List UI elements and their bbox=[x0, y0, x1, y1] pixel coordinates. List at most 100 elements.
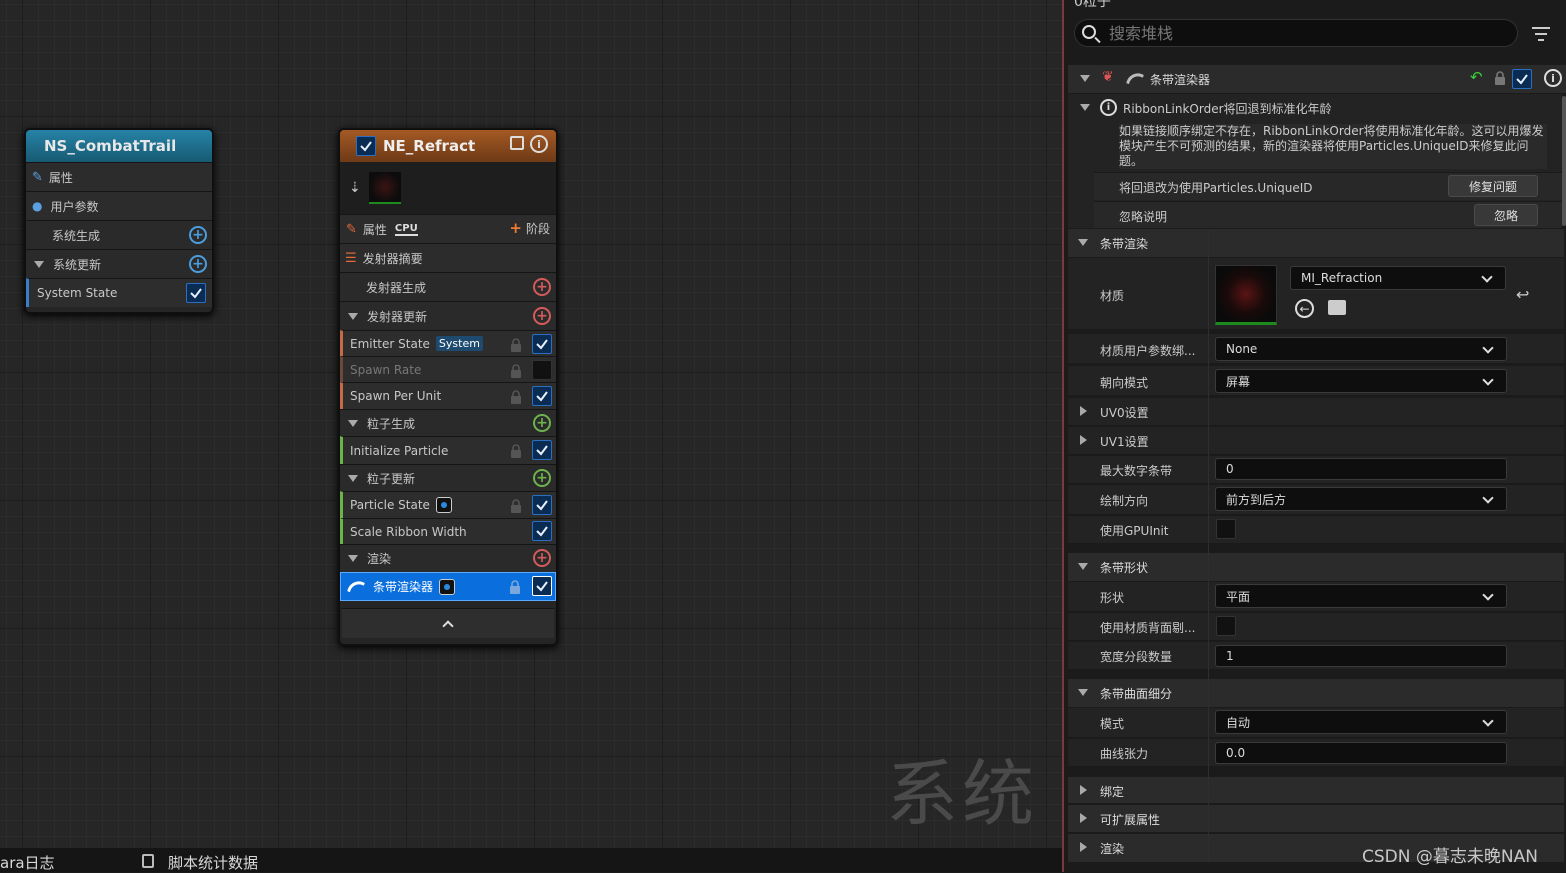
add-stage-button[interactable]: + 阶段 bbox=[509, 219, 550, 237]
search-input[interactable] bbox=[1109, 22, 1499, 44]
add-renderer-icon[interactable]: + bbox=[533, 549, 551, 567]
collapse-arrow-icon[interactable] bbox=[348, 419, 358, 427]
add-module-icon[interactable]: + bbox=[189, 255, 207, 273]
system-state-row[interactable]: System State bbox=[26, 278, 212, 307]
scale-ribbon-width-checkbox[interactable] bbox=[532, 521, 552, 541]
emitter-node-header[interactable]: NE_Refract i bbox=[340, 130, 556, 162]
spawn-rate-checkbox[interactable] bbox=[532, 360, 552, 380]
initialize-particle-row[interactable]: Initialize Particle bbox=[340, 436, 556, 464]
emitter-node[interactable]: NE_Refract i ⇣ ✎ 属性 CPU + 阶段 ☰ 发射器摘要 发射器… bbox=[338, 128, 558, 646]
collapse-arrow-icon[interactable] bbox=[34, 260, 44, 268]
particle-state-checkbox[interactable] bbox=[532, 495, 552, 515]
collapse-arrow-icon[interactable] bbox=[1078, 689, 1088, 696]
render-section-row[interactable]: 渲染 + bbox=[340, 544, 556, 572]
emitter-state-row[interactable]: Emitter State System bbox=[340, 330, 556, 356]
fix-issue-button[interactable]: 修复问题 bbox=[1448, 175, 1538, 197]
section-ribbon-render[interactable]: 条带渲染 bbox=[1068, 229, 1564, 257]
lock-icon[interactable] bbox=[509, 580, 521, 594]
open-external-icon[interactable] bbox=[510, 136, 524, 150]
initialize-particle-checkbox[interactable] bbox=[532, 440, 552, 460]
collapse-arrow-icon[interactable] bbox=[348, 474, 358, 482]
emitter-spawn-row[interactable]: 发射器生成 + bbox=[340, 272, 556, 301]
info-icon[interactable]: i bbox=[1544, 69, 1562, 87]
reset-to-default-icon[interactable]: ↩ bbox=[1516, 285, 1529, 304]
spawn-rate-row[interactable]: Spawn Rate bbox=[340, 356, 556, 382]
add-module-icon[interactable]: + bbox=[533, 307, 551, 325]
ribbon-renderer-checkbox[interactable] bbox=[532, 576, 552, 596]
add-module-icon[interactable]: + bbox=[533, 414, 551, 432]
stack-item-enable-checkbox[interactable] bbox=[1512, 69, 1532, 89]
shape-dropdown[interactable]: 平面 bbox=[1215, 584, 1507, 608]
particle-state-row[interactable]: Particle State bbox=[340, 491, 556, 518]
gpu-init-checkbox[interactable] bbox=[1216, 519, 1236, 539]
material-dropdown[interactable]: MI_Refraction bbox=[1290, 266, 1506, 290]
material-thumbnail[interactable] bbox=[1215, 265, 1277, 325]
section-ribbon-shape[interactable]: 条带形状 bbox=[1068, 553, 1564, 581]
collapse-arrow-icon[interactable] bbox=[1080, 104, 1090, 111]
collapse-arrow-icon[interactable] bbox=[1078, 239, 1088, 246]
uv0-row[interactable]: UV0设置 bbox=[1068, 398, 1564, 426]
scrollbar[interactable] bbox=[1562, 96, 1566, 226]
expand-arrow-icon[interactable] bbox=[1080, 813, 1087, 823]
collapse-arrow-icon[interactable] bbox=[348, 555, 358, 562]
spawn-per-unit-checkbox[interactable] bbox=[532, 386, 552, 406]
system-spawn-row[interactable]: 系统生成 + bbox=[26, 220, 212, 249]
collapse-arrow-icon[interactable] bbox=[348, 312, 358, 320]
expand-arrow-icon[interactable] bbox=[1080, 406, 1087, 416]
facing-dropdown[interactable]: 屏幕 bbox=[1215, 369, 1507, 393]
use-selected-icon[interactable]: ← bbox=[1295, 299, 1314, 318]
particle-update-row[interactable]: 粒子更新 + bbox=[340, 464, 556, 491]
column-divider[interactable] bbox=[1208, 229, 1209, 862]
particle-spawn-row[interactable]: 粒子生成 + bbox=[340, 409, 556, 436]
scale-ribbon-width-row[interactable]: Scale Ribbon Width bbox=[340, 518, 556, 544]
expand-arrow-icon[interactable] bbox=[1080, 785, 1087, 795]
collapse-arrow-icon[interactable] bbox=[1080, 75, 1090, 82]
system-properties-row[interactable]: ✎ 属性 bbox=[26, 162, 212, 191]
expand-arrow-icon[interactable] bbox=[1080, 435, 1087, 445]
lock-icon[interactable] bbox=[510, 338, 522, 352]
curve-tension-input[interactable]: 0.0 bbox=[1215, 742, 1507, 764]
log-tab[interactable]: ara日志 bbox=[0, 852, 55, 873]
emitter-update-row[interactable]: 发射器更新 + bbox=[340, 301, 556, 330]
lock-icon[interactable] bbox=[510, 499, 522, 513]
emitter-state-checkbox[interactable] bbox=[532, 334, 552, 354]
script-stats-tab[interactable]: 脚本统计数据 bbox=[168, 852, 258, 873]
section-ribbon-tess[interactable]: 条带曲面细分 bbox=[1068, 679, 1564, 707]
add-module-icon[interactable]: + bbox=[533, 469, 551, 487]
collapse-node-button[interactable] bbox=[342, 608, 554, 638]
emitter-enable-checkbox[interactable] bbox=[356, 136, 376, 156]
max-ribbons-input[interactable]: 0 bbox=[1215, 458, 1507, 480]
lock-icon[interactable] bbox=[510, 364, 522, 378]
mat-backface-checkbox[interactable] bbox=[1216, 616, 1236, 636]
ignore-button[interactable]: 忽略 bbox=[1474, 204, 1538, 226]
stack-item-header[interactable]: ❦ 条带渲染器 ↶ i bbox=[1068, 65, 1566, 93]
ribbon-renderer-row[interactable]: 条带渲染器 bbox=[340, 572, 556, 601]
lock-icon[interactable] bbox=[1494, 71, 1506, 88]
collapse-arrow-icon[interactable] bbox=[1078, 563, 1088, 570]
system-user-params-row[interactable]: ● 用户参数 bbox=[26, 191, 212, 220]
graph-canvas[interactable]: NS_CombatTrail ✎ 属性 ● 用户参数 系统生成 + 系统更新 +… bbox=[0, 0, 1062, 848]
add-module-icon[interactable]: + bbox=[189, 226, 207, 244]
reset-arrow-icon[interactable]: ↶ bbox=[1470, 68, 1483, 86]
system-update-row[interactable]: 系统更新 + bbox=[26, 249, 212, 278]
draw-dir-dropdown[interactable]: 前方到后方 bbox=[1215, 487, 1507, 511]
lock-icon[interactable] bbox=[510, 444, 522, 458]
section-bindings[interactable]: 绑定 bbox=[1068, 777, 1564, 804]
search-box[interactable] bbox=[1074, 19, 1518, 47]
add-module-icon[interactable]: + bbox=[533, 278, 551, 296]
section-rendering[interactable]: 渲染 bbox=[1068, 834, 1564, 862]
browse-folder-icon[interactable] bbox=[1328, 300, 1346, 315]
width-segments-input[interactable]: 1 bbox=[1215, 645, 1507, 667]
lock-icon[interactable] bbox=[510, 390, 522, 404]
mat-user-param-dropdown[interactable]: None bbox=[1215, 337, 1507, 361]
spawn-per-unit-row[interactable]: Spawn Per Unit bbox=[340, 382, 556, 409]
info-icon[interactable]: i bbox=[530, 135, 548, 153]
system-node[interactable]: NS_CombatTrail ✎ 属性 ● 用户参数 系统生成 + 系统更新 +… bbox=[24, 128, 214, 314]
system-node-header[interactable]: NS_CombatTrail bbox=[26, 130, 212, 162]
emitter-properties-row[interactable]: ✎ 属性 CPU + 阶段 bbox=[340, 214, 556, 243]
filter-icon[interactable] bbox=[1532, 27, 1550, 41]
uv1-row[interactable]: UV1设置 bbox=[1068, 427, 1564, 455]
section-extensible[interactable]: 可扩展属性 bbox=[1068, 805, 1564, 833]
system-state-checkbox[interactable] bbox=[186, 283, 206, 303]
emitter-summary-row[interactable]: ☰ 发射器摘要 bbox=[340, 243, 556, 272]
